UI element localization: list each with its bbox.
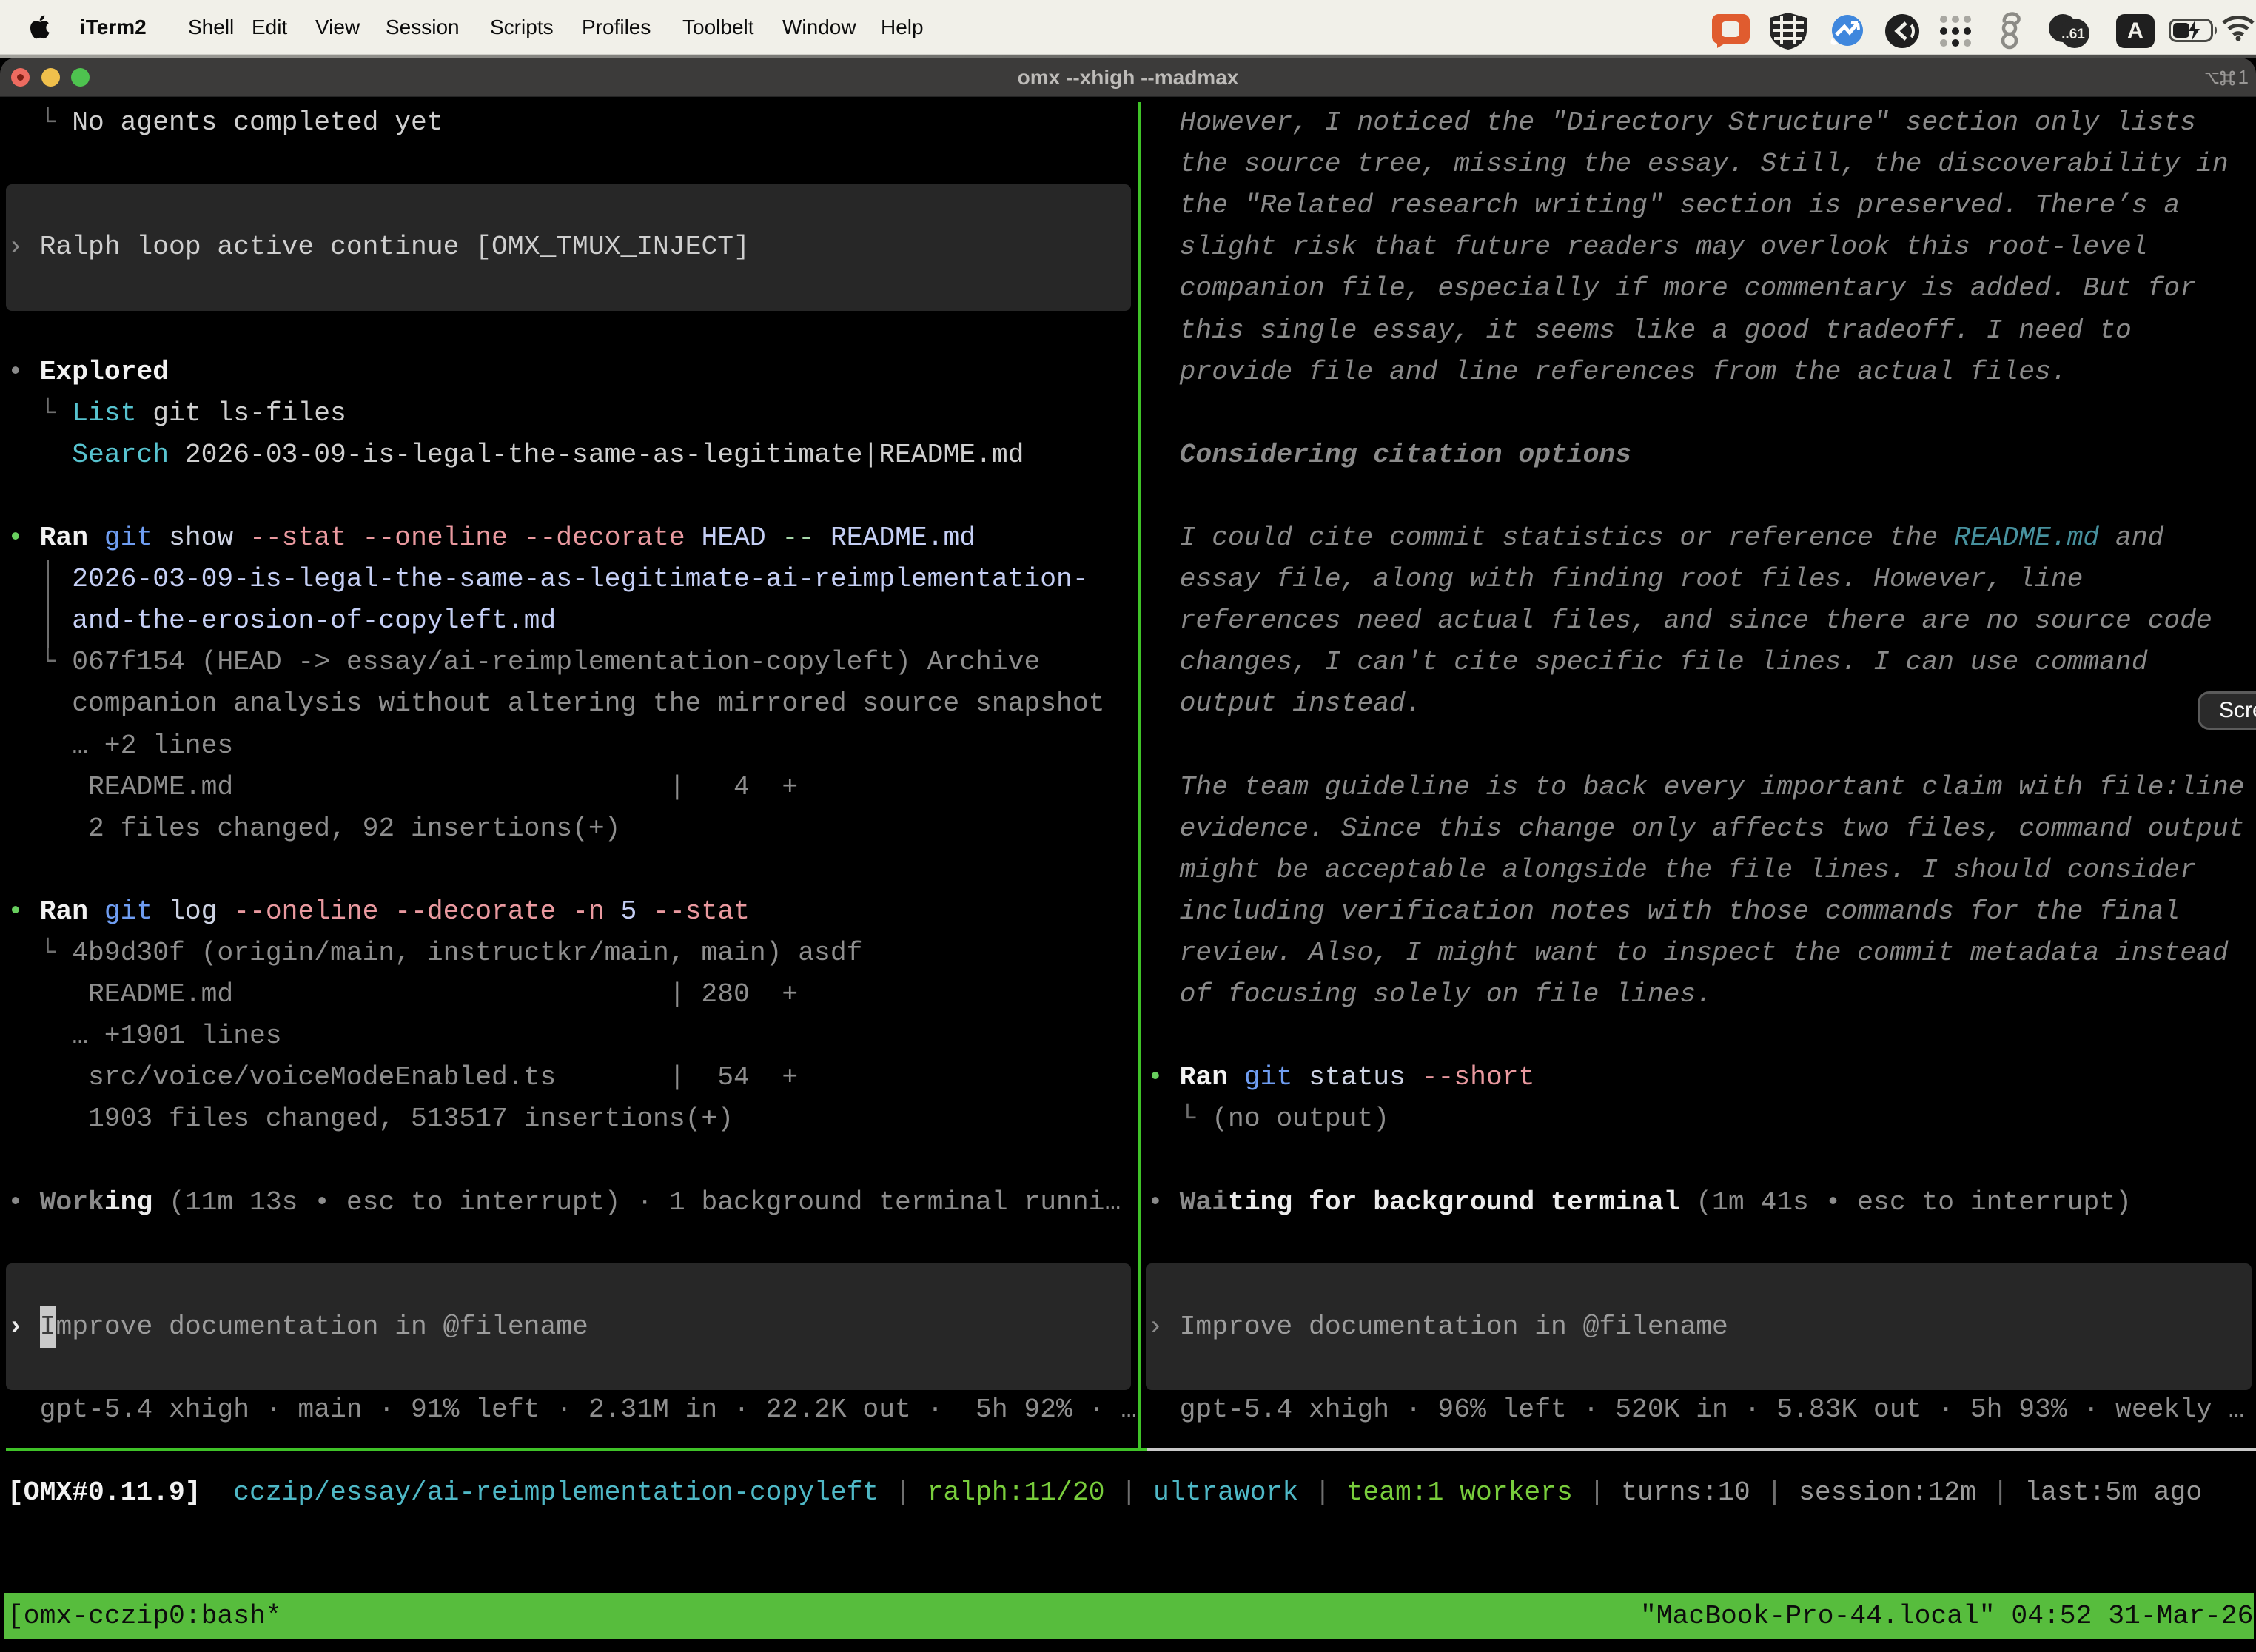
svg-text:..61: ..61 [2061,27,2085,42]
